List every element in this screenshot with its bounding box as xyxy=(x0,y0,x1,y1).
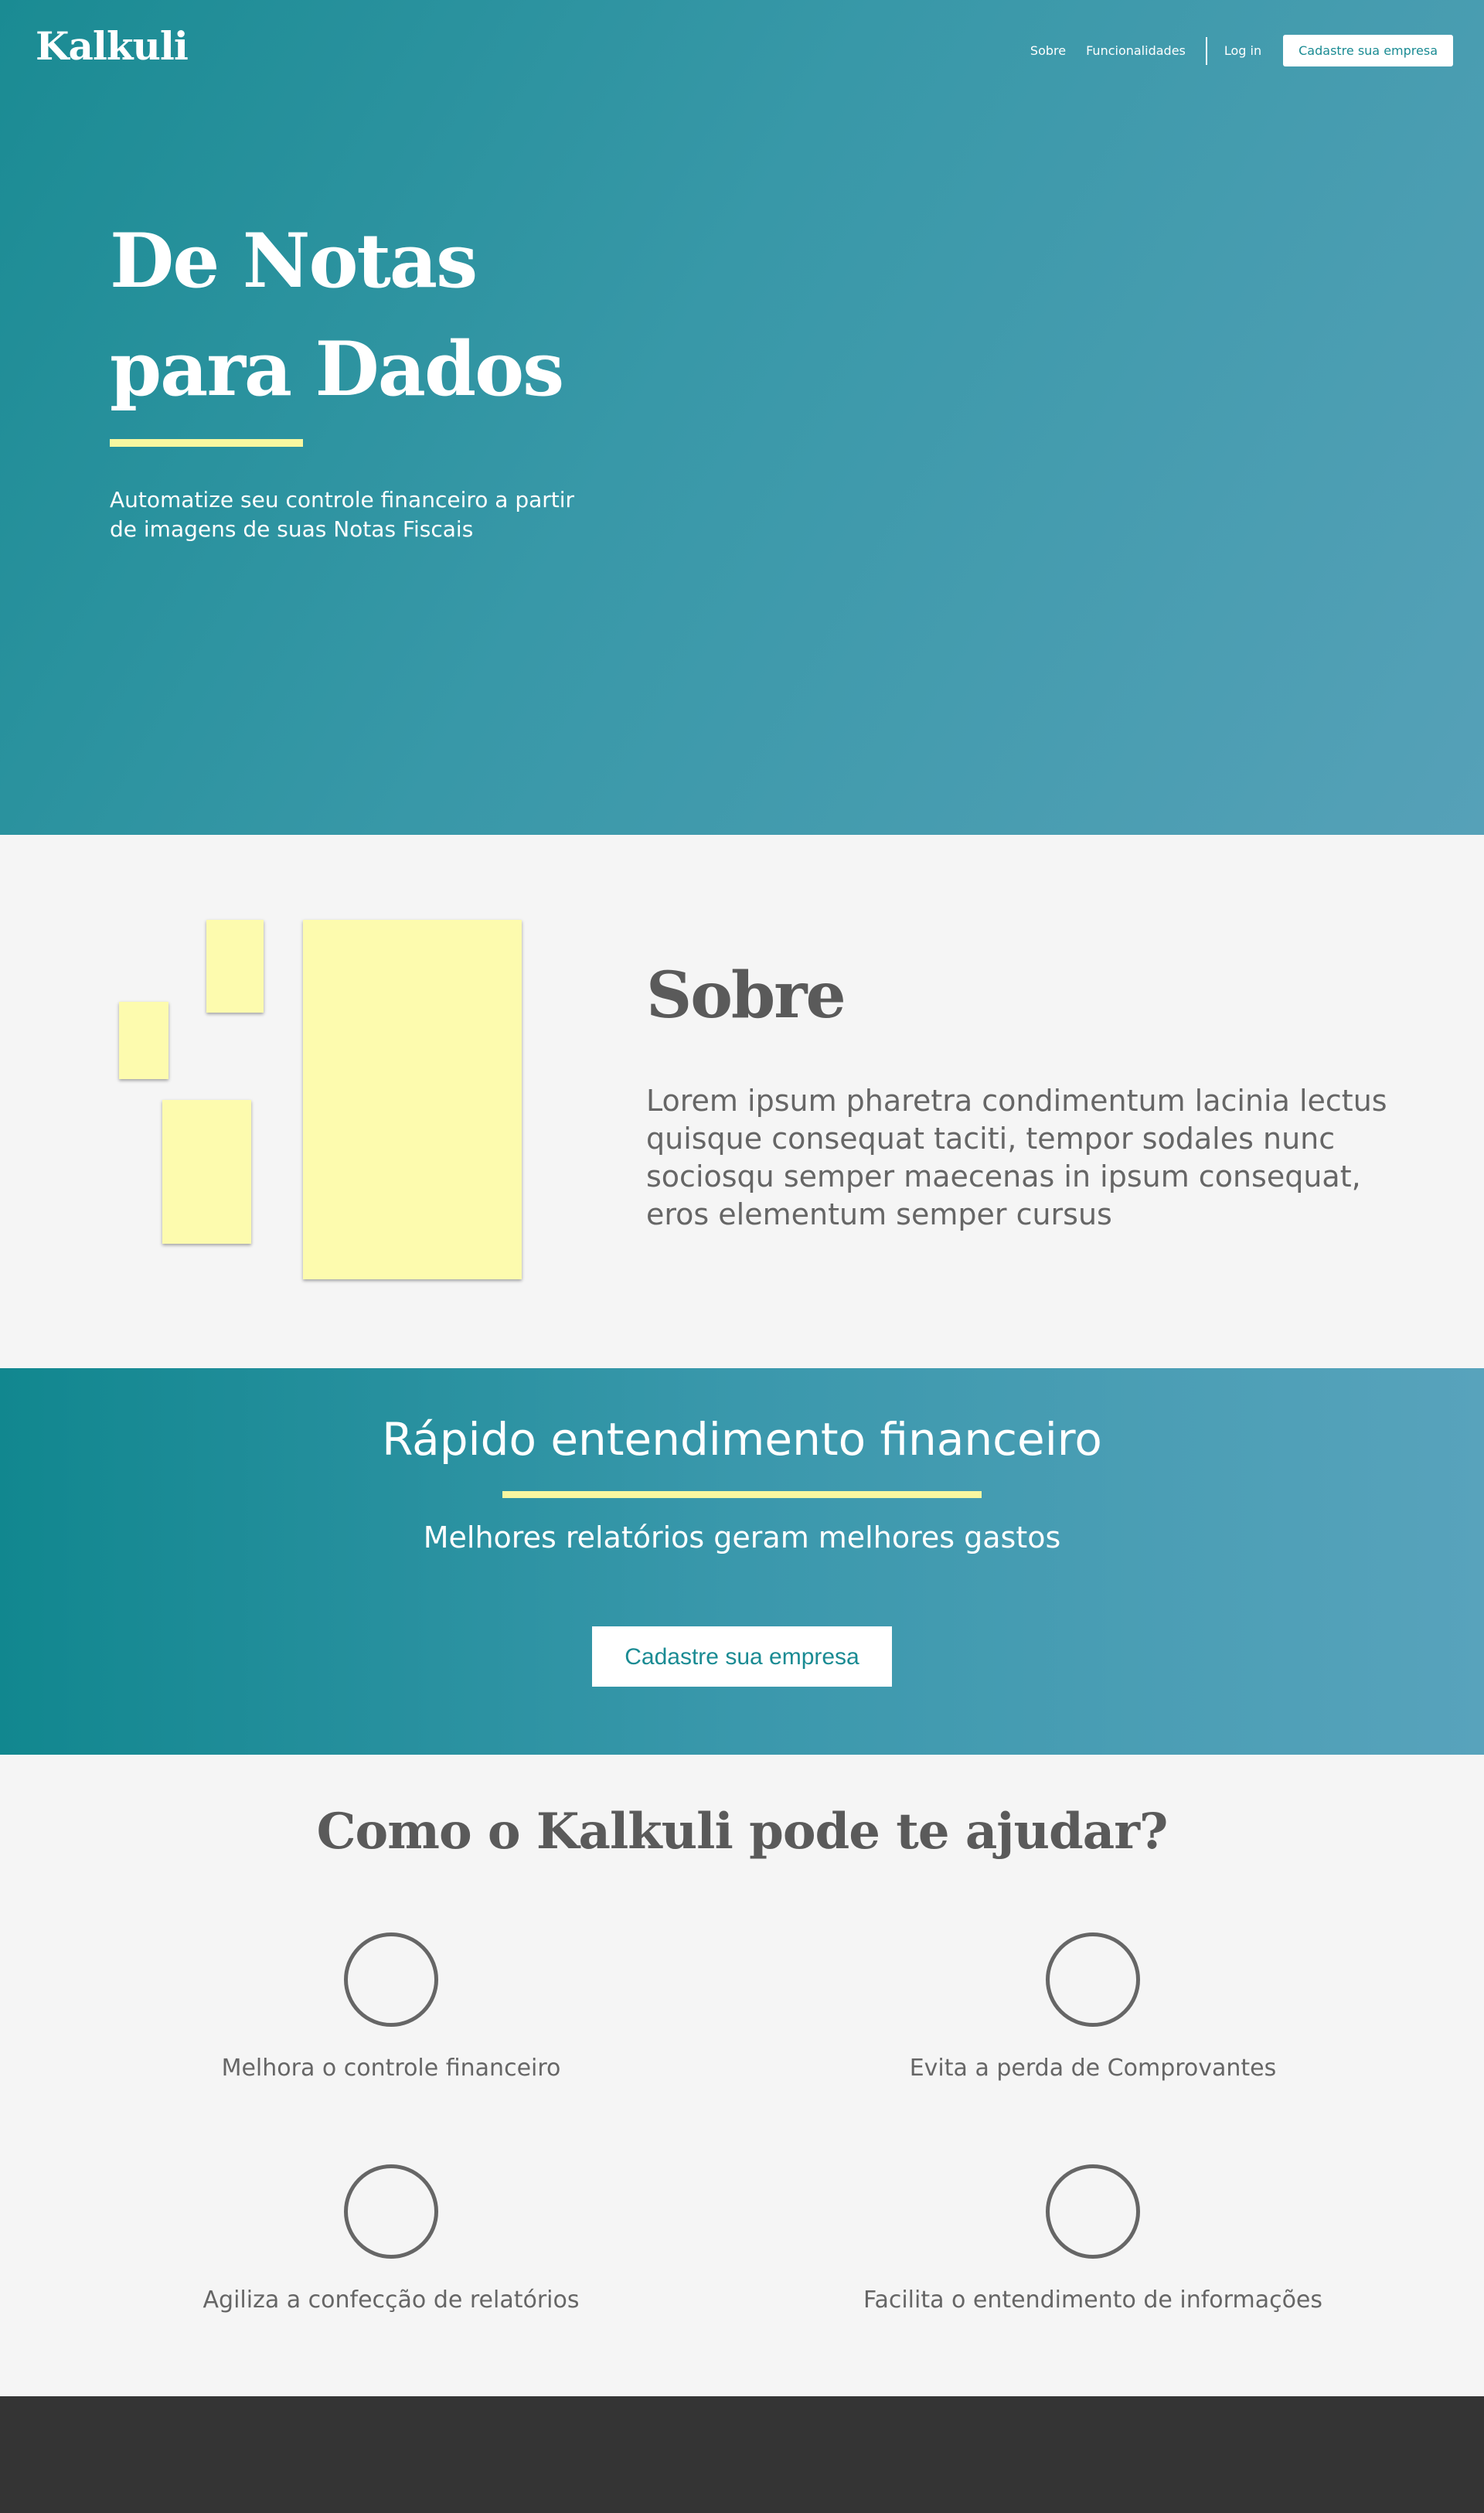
band-signup-button[interactable]: Cadastre sua empresa xyxy=(592,1626,892,1687)
cta-band: Rápido entendimento financeiro Melhores … xyxy=(0,1368,1484,1755)
feature-circle-icon xyxy=(344,1932,438,2027)
hero-title-line2: para Dados xyxy=(110,325,564,413)
feature-circle-icon xyxy=(1046,2164,1140,2259)
feature-item: Melhora o controle financeiro xyxy=(121,1932,662,2082)
features-title: Como o Kalkuli pode te ajudar? xyxy=(316,1803,1169,1861)
feature-item: Agiliza a confecção de relatórios xyxy=(121,2164,662,2314)
feature-label: Melhora o controle financeiro xyxy=(221,2055,561,2082)
receipt-note-large xyxy=(303,920,522,1279)
feature-circle-icon xyxy=(1046,1932,1140,2027)
feature-item: Evita a perda de Comprovantes xyxy=(822,1932,1363,2082)
hero-section: Kalkuli Sobre Funcionalidades Log in Cad… xyxy=(0,0,1484,835)
features-section: Como o Kalkuli pode te ajudar? Melhora o… xyxy=(0,1755,1484,2396)
receipt-note-medium xyxy=(162,1100,251,1244)
hero-subtitle: Automatize seu controle financeiro a par… xyxy=(110,487,575,542)
nav-link-funcionalidades[interactable]: Funcionalidades xyxy=(1086,43,1186,58)
hero-title: De Notas para Dados xyxy=(110,207,564,424)
feature-label: Facilita o entendimento de informações xyxy=(863,2287,1323,2314)
footer xyxy=(0,2396,1484,2513)
hero-accent-bar xyxy=(110,439,303,447)
about-text: Lorem ipsum pharetra condimentum lacinia… xyxy=(646,1084,1387,1231)
nav-link-sobre[interactable]: Sobre xyxy=(1030,43,1066,58)
feature-circle-icon xyxy=(344,2164,438,2259)
band-subtitle: Melhores relatórios geram melhores gasto… xyxy=(423,1520,1061,1554)
top-nav: Sobre Funcionalidades Log in Cadastre su… xyxy=(1030,35,1453,66)
feature-label: Agiliza a confecção de relatórios xyxy=(203,2287,580,2314)
nav-divider xyxy=(1205,36,1207,65)
receipt-note-small-top xyxy=(206,920,264,1013)
band-accent-bar xyxy=(502,1491,982,1498)
band-title: Rápido entendimento financeiro xyxy=(382,1413,1102,1466)
nav-link-login[interactable]: Log in xyxy=(1224,43,1261,58)
hero-title-line1: De Notas xyxy=(110,217,478,305)
feature-label: Evita a perda de Comprovantes xyxy=(909,2055,1277,2082)
about-section: Sobre Lorem ipsum pharetra condimentum l… xyxy=(0,835,1484,1368)
receipt-note-small-left xyxy=(119,1002,168,1079)
feature-item: Facilita o entendimento de informações xyxy=(822,2164,1363,2314)
logo[interactable]: Kalkuli xyxy=(36,23,189,69)
nav-signup-button[interactable]: Cadastre sua empresa xyxy=(1283,35,1453,66)
about-title: Sobre xyxy=(646,959,846,1033)
